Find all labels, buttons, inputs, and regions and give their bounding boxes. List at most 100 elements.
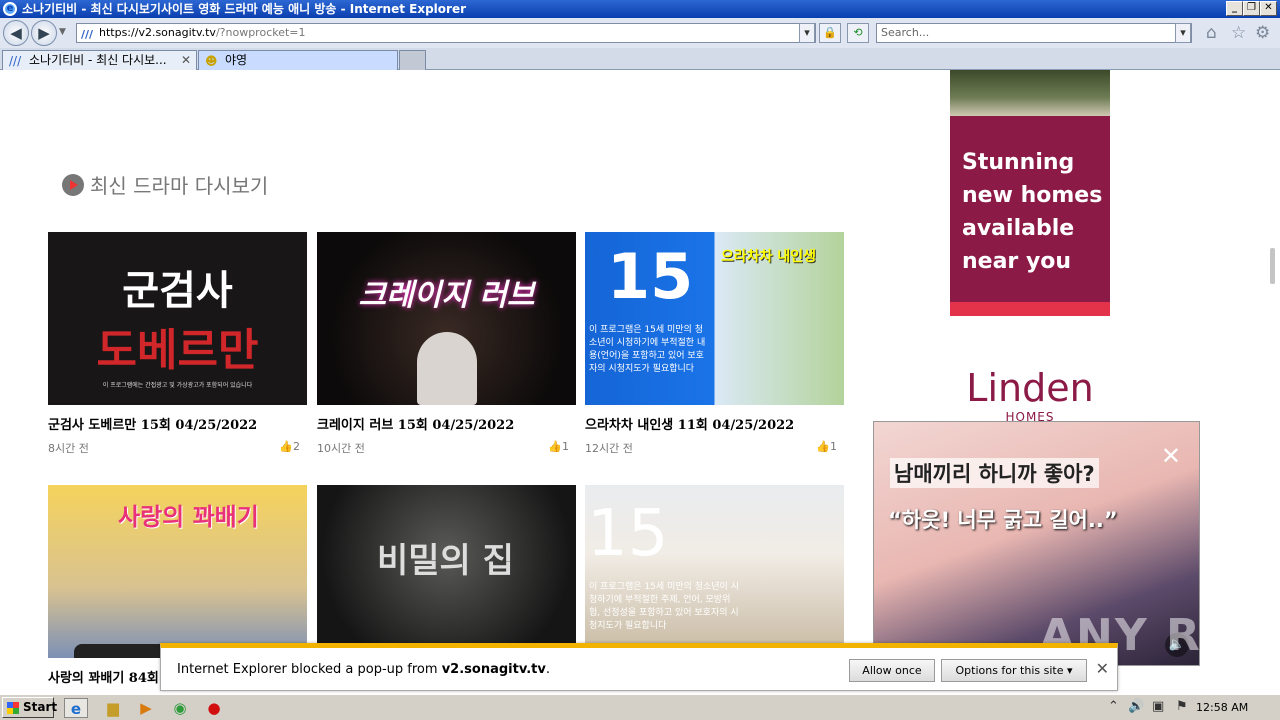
url-path: /?nowprocket=1 (215, 26, 306, 39)
card-likes: 👍1 (816, 440, 837, 453)
search-placeholder: Search... (881, 26, 930, 39)
tab-label: 야영 (225, 53, 248, 67)
likes-count: 2 (293, 440, 300, 453)
rating-caption: 이 프로그램은 15세 미만의 청소년이 시청하기에 부적절한 주제, 언어, … (589, 582, 739, 631)
rating-badge: 15 (587, 497, 669, 571)
antivirus-icon[interactable]: ● (202, 698, 226, 718)
clock: 12:58 AM (1196, 701, 1249, 714)
thumb-caption: 이 프로그램에는 간접광고 및 가상광고가 포함되어 있습니다 (102, 382, 253, 389)
thumbs-up-icon: 👍 (548, 440, 562, 453)
start-label: Start (23, 700, 58, 714)
tab-label: 소나기티비 - 최신 다시보... (29, 53, 167, 67)
url-prefix: https:// (99, 26, 139, 39)
back-arrow-icon: ◀ (10, 24, 22, 42)
allow-once-button[interactable]: Allow once (849, 659, 935, 682)
tab-close-icon[interactable]: ✕ (181, 51, 191, 69)
drama-card[interactable]: 군검사 도베르만 이 프로그램에는 간접광고 및 가상광고가 포함되어 있습니다… (48, 232, 307, 455)
ad-photo (950, 70, 1110, 116)
drama-card[interactable]: 사랑의 꽈배기 사랑의 꽈배기 84회 (48, 485, 307, 686)
close-icon[interactable]: ✕ (1161, 444, 1181, 468)
flag-icon[interactable]: ⚑ (1176, 699, 1188, 714)
tab-sonagitv[interactable]: /// 소나기티비 - 최신 다시보... ✕ (2, 50, 197, 70)
forward-button[interactable]: ▶ (31, 20, 57, 46)
thumbnail-image[interactable]: 군검사 도베르만 이 프로그램에는 간접광고 및 가상광고가 포함되어 있습니다 (48, 232, 307, 405)
drama-card[interactable]: 비밀의 집 (317, 485, 576, 658)
volume-icon[interactable]: 🔊 (1128, 699, 1144, 714)
network-icon[interactable]: ▣ (1152, 699, 1164, 714)
card-time: 8시간 전 (48, 442, 89, 455)
minimize-button[interactable]: _ (1226, 1, 1243, 16)
gear-icon[interactable]: ⚙ (1255, 24, 1270, 42)
close-window-button[interactable]: ✕ (1260, 1, 1277, 16)
thumbnail-image[interactable]: 15 이 프로그램은 15세 미만의 청소년이 시청하기에 부적절한 주제, 언… (585, 485, 844, 658)
drama-card[interactable]: 15 이 프로그램은 15세 미만의 청소년이 시청하기에 부적절한 내용(언어… (585, 232, 844, 455)
thumbnail-image[interactable]: 사랑의 꽈배기 (48, 485, 307, 658)
taskbar: Start e ▆ ▶ ◉ ● ⌃ 🔊 ▣ ⚑ 12:58 AM (0, 694, 1280, 720)
thumbs-up-icon: 👍 (816, 440, 830, 453)
close-icon[interactable]: ✕ (1096, 659, 1109, 679)
notification-prefix: Internet Explorer blocked a pop-up from (177, 662, 442, 677)
site-favicon-icon: /// (81, 28, 94, 41)
thumb-text: 도베르만 (96, 325, 259, 376)
popup-blocked-notification: Internet Explorer blocked a pop-up from … (160, 643, 1118, 691)
windows-flag-icon (7, 702, 19, 714)
search-dropdown-button[interactable]: ▾ (1175, 23, 1191, 43)
address-bar[interactable]: /// https://v2.sonagitv.tv/?nowprocket=1 (76, 23, 816, 43)
drama-card[interactable]: 크레이지 러브 크레이지 러브 15회 04/25/2022 10시간 전 👍1 (317, 232, 576, 455)
restore-button[interactable]: ❐ (1243, 1, 1260, 16)
play-icon (62, 174, 84, 196)
card-title[interactable]: 사랑의 꽈배기 84회 (48, 667, 159, 686)
thumb-text: 으라차차 내인생 (721, 249, 817, 265)
card-title[interactable]: 크레이지 러브 15회 04/25/2022 (317, 414, 514, 433)
address-dropdown-button[interactable]: ▾ (799, 23, 815, 43)
search-input[interactable]: Search... ⌕ (876, 23, 1192, 43)
thumbnail-image[interactable]: 비밀의 집 (317, 485, 576, 658)
title-bar: e 소나기티비 - 최신 다시보기사이트 영화 드라마 예능 애니 방송 - I… (0, 0, 1280, 18)
media-player-icon[interactable]: ▶ (134, 698, 158, 718)
popup-ad-line2: “하읏! 너무 굵고 길어..” (888, 508, 1118, 532)
card-meta: 12시간 전 👍1 (585, 440, 837, 456)
thumb-text: 군검사 (122, 268, 233, 314)
tray-expand-icon[interactable]: ⌃ (1108, 699, 1119, 714)
popup-ad-line1: 남매끼리 하니까 좋아? (890, 458, 1099, 488)
card-likes: 👍2 (279, 440, 300, 453)
forward-arrow-icon: ▶ (38, 24, 50, 42)
new-tab-button[interactable] (399, 50, 426, 70)
chrome-icon[interactable]: ◉ (168, 698, 192, 718)
ie-logo-icon: e (3, 2, 17, 16)
tab-yayeong[interactable]: ☻ 야영 (198, 50, 398, 70)
rating-caption: 이 프로그램은 15세 미만의 청소년이 시청하기에 부적절한 내용(언어)을 … (589, 325, 706, 374)
card-meta: 10시간 전 👍1 (317, 440, 569, 456)
tab-bar: /// 소나기티비 - 최신 다시보... ✕ ☻ 야영 (0, 48, 1280, 70)
favorites-star-icon[interactable]: ☆ (1231, 24, 1246, 42)
home-icon[interactable]: ⌂ (1206, 24, 1217, 42)
card-title[interactable]: 군검사 도베르만 15회 04/25/2022 (48, 414, 257, 433)
lock-icon[interactable]: 🔒 (819, 23, 841, 43)
notification-text: Internet Explorer blocked a pop-up from … (177, 662, 550, 677)
thumbnail-image[interactable]: 크레이지 러브 (317, 232, 576, 405)
start-button[interactable]: Start (2, 697, 58, 718)
likes-count: 1 (562, 440, 569, 453)
card-time: 10시간 전 (317, 442, 365, 455)
site-favicon-icon: /// (9, 54, 22, 68)
card-likes: 👍1 (548, 440, 569, 453)
ad-headline: Stunning new homes available near you (950, 116, 1110, 316)
page-content: 최신 드라마 다시보기 군검사 도베르만 이 프로그램에는 간접광고 및 가상광… (0, 70, 1280, 694)
url-host: v2.sonagitv.tv (138, 26, 216, 39)
card-title[interactable]: 으라차차 내인생 11회 04/25/2022 (585, 414, 794, 433)
refresh-button[interactable]: ⟲ (847, 23, 869, 43)
thumbnail-image[interactable]: 15 이 프로그램은 15세 미만의 청소년이 시청하기에 부적절한 내용(언어… (585, 232, 844, 405)
site-options-button[interactable]: Options for this site ▾ (941, 659, 1087, 682)
ie-window: e 소나기티비 - 최신 다시보기사이트 영화 드라마 예능 애니 방송 - I… (0, 0, 1280, 720)
card-meta: 8시간 전 👍2 (48, 440, 300, 456)
thumb-text: 사랑의 꽈배기 (118, 503, 259, 531)
back-button[interactable]: ◀ (3, 20, 29, 46)
ie-taskbar-icon[interactable]: e (64, 698, 88, 718)
thumb-text: 크레이지 러브 (358, 278, 535, 313)
scrollbar-thumb[interactable] (1270, 248, 1275, 284)
drama-card[interactable]: 15 이 프로그램은 15세 미만의 청소년이 시청하기에 부적절한 주제, 언… (585, 485, 844, 658)
folder-icon[interactable]: ▆ (101, 698, 125, 718)
history-dropdown-icon[interactable]: ▼ (59, 27, 66, 37)
section-title-text: 최신 드라마 다시보기 (90, 174, 269, 198)
card-time: 12시간 전 (585, 442, 633, 455)
